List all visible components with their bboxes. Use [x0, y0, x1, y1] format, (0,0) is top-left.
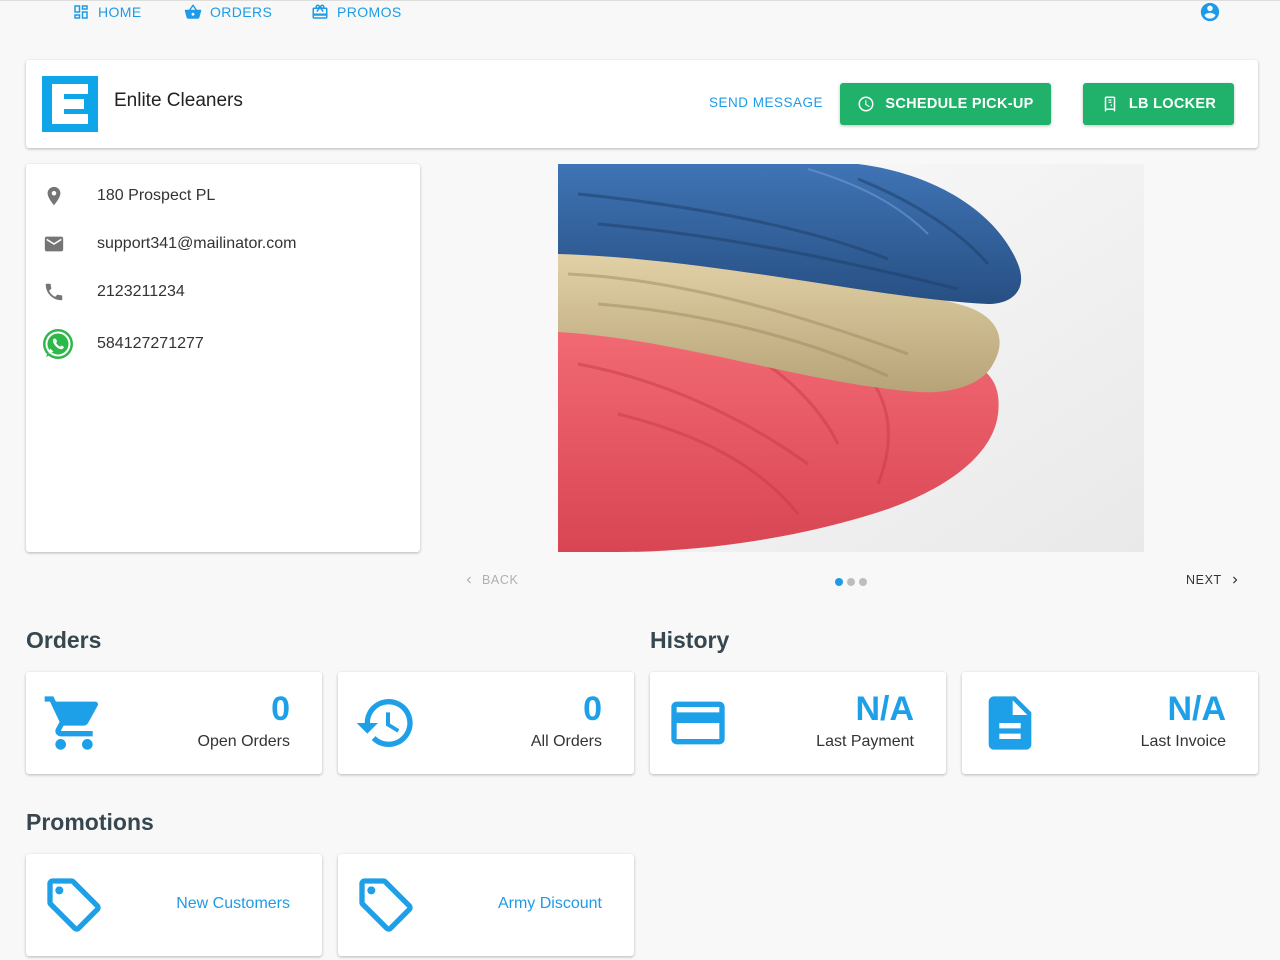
last-invoice-card[interactable]: N/A Last Invoice: [962, 672, 1258, 774]
carousel-dot-3[interactable]: [859, 578, 867, 586]
schedule-pickup-label: SCHEDULE PICK-UP: [885, 96, 1034, 112]
carousel-back-button[interactable]: BACK: [462, 573, 518, 587]
carousel-next-button[interactable]: NEXT: [1186, 573, 1242, 587]
lb-locker-button[interactable]: LB LOCKER: [1083, 83, 1234, 125]
nav-home[interactable]: HOME: [72, 2, 142, 22]
last-invoice-label: Last Invoice: [1140, 733, 1226, 750]
last-payment-value: N/A: [855, 690, 914, 728]
tag-icon: [42, 873, 106, 937]
carousel-dot-1[interactable]: [835, 578, 843, 586]
email-row[interactable]: support341@mailinator.com: [42, 232, 296, 256]
basket-icon: [184, 4, 202, 19]
tag-icon: [354, 873, 418, 937]
promo-army-discount-label: Army Discount: [497, 895, 602, 912]
carousel-dots: [835, 578, 867, 586]
business-header-card: Enlite Cleaners SEND MESSAGE SCHEDULE PI…: [26, 60, 1258, 148]
last-payment-label: Last Payment: [816, 733, 914, 750]
open-orders-value: 0: [271, 690, 290, 728]
promo-new-customers-card[interactable]: New Customers: [26, 854, 322, 956]
business-logo: [42, 76, 98, 132]
business-name: Enlite Cleaners: [114, 90, 243, 111]
carousel-image-stacked-jeans[interactable]: [558, 164, 1144, 552]
chevron-right-icon: [1232, 576, 1238, 584]
account-circle-icon[interactable]: [1199, 1, 1221, 23]
open-orders-label: Open Orders: [197, 733, 290, 750]
whatsapp-icon: [40, 326, 76, 362]
document-icon: [978, 691, 1042, 755]
history-icon: [354, 691, 418, 755]
email-icon: [42, 232, 66, 256]
promo-new-customers-label: New Customers: [176, 895, 290, 912]
phone-text: 2123211234: [97, 283, 185, 300]
history-section-title: History: [650, 627, 730, 653]
nav-home-label: HOME: [98, 4, 142, 20]
chevron-left-icon: [466, 576, 471, 584]
contact-info-card: 180 Prospect PL support341@mailinator.co…: [26, 164, 420, 552]
promo-army-discount-card[interactable]: Army Discount: [338, 854, 634, 956]
nav-orders[interactable]: ORDERS: [184, 2, 272, 22]
orders-section-title: Orders: [26, 627, 102, 653]
nav-promos-label: PROMOS: [337, 4, 402, 20]
schedule-pickup-button[interactable]: SCHEDULE PICK-UP: [840, 83, 1051, 125]
location-pin-icon: [42, 184, 66, 208]
all-orders-label: All Orders: [530, 733, 602, 750]
address-row: 180 Prospect PL: [42, 184, 215, 208]
nav-promos[interactable]: PROMOS: [311, 2, 402, 22]
carousel-dot-2[interactable]: [847, 578, 855, 586]
whatsapp-row[interactable]: 584127271277: [40, 326, 204, 362]
last-invoice-value: N/A: [1167, 690, 1226, 728]
last-payment-card[interactable]: N/A Last Payment: [650, 672, 946, 774]
locker-icon: [1104, 96, 1116, 112]
phone-row[interactable]: 2123211234: [42, 280, 185, 304]
redeem-icon: [312, 4, 328, 19]
phone-icon: [42, 280, 66, 304]
open-orders-card[interactable]: 0 Open Orders: [26, 672, 322, 774]
send-message-button[interactable]: SEND MESSAGE: [709, 95, 823, 110]
logo-letter-mark: [52, 84, 88, 124]
all-orders-card[interactable]: 0 All Orders: [338, 672, 634, 774]
cart-icon: [42, 691, 106, 755]
email-text: support341@mailinator.com: [97, 235, 297, 252]
clock-icon: [858, 96, 874, 112]
carousel-next-label: NEXT: [1186, 573, 1222, 587]
promotions-section-title: Promotions: [26, 809, 154, 835]
whatsapp-text: 584127271277: [97, 335, 204, 352]
top-nav: HOME ORDERS PROMOS: [0, 0, 1280, 30]
nav-orders-label: ORDERS: [210, 4, 273, 20]
credit-card-icon: [666, 691, 730, 755]
address-text: 180 Prospect PL: [97, 187, 216, 204]
lb-locker-label: LB LOCKER: [1128, 96, 1217, 112]
folded-jeans-illustration: [558, 164, 1144, 552]
dashboard-icon: [74, 5, 88, 19]
carousel-back-label: BACK: [482, 573, 519, 587]
all-orders-value: 0: [583, 690, 602, 728]
